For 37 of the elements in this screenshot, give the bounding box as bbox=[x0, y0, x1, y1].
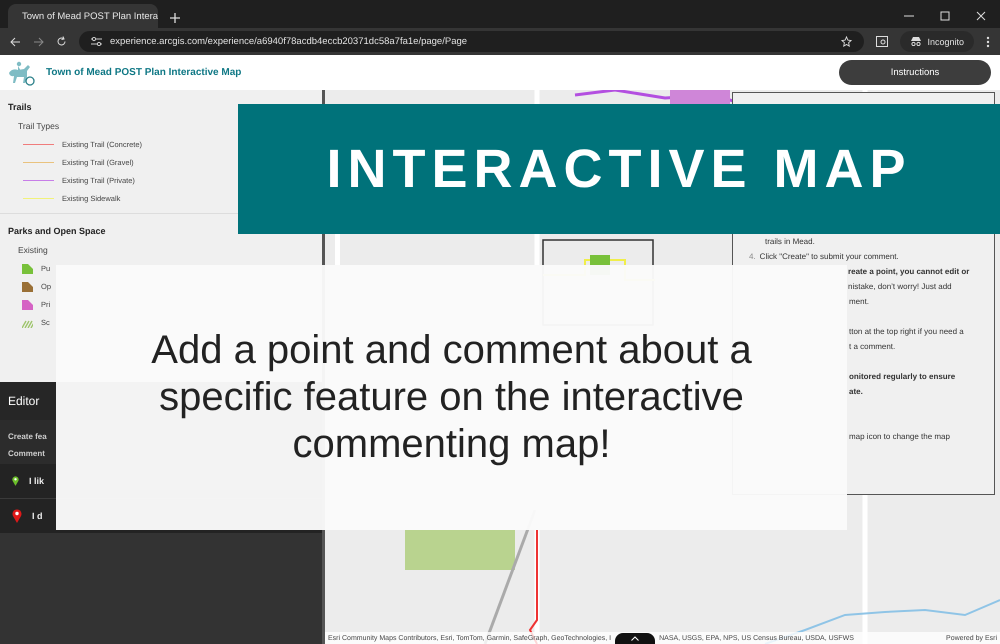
create-features-label: Create fea bbox=[8, 432, 48, 441]
instruction-text: onitored regularly to ensure bbox=[848, 371, 956, 383]
chevron-up-icon bbox=[631, 636, 640, 641]
callout-text: Add a point and comment about a specific feature on the interactive commenting map! bbox=[150, 327, 753, 468]
address-bar[interactable]: experience.arcgis.com/experience/a6940f78acdb4eccb20371dc58a7fa1e/page/Page bbox=[79, 31, 864, 52]
instruction-text: reate a point, you cannot edit or bbox=[847, 266, 970, 278]
new-tab-icon[interactable] bbox=[170, 13, 180, 23]
reload-icon[interactable] bbox=[56, 36, 67, 47]
bookmark-star-icon[interactable] bbox=[841, 36, 852, 47]
expand-button[interactable] bbox=[615, 633, 656, 644]
editor-title: Editor bbox=[8, 394, 40, 408]
banner-title: INTERACTIVE MAP bbox=[326, 138, 912, 200]
tab-search-icon[interactable] bbox=[876, 36, 888, 47]
instruction-text: ate. bbox=[848, 386, 864, 398]
menu-icon[interactable] bbox=[986, 36, 990, 48]
instruction-step: 4. Click "Create" to submit your comment. bbox=[745, 249, 984, 264]
instruction-text: trails in Mead. bbox=[764, 236, 816, 248]
browser-tab[interactable]: Town of Mead POST Plan Intera bbox=[8, 4, 158, 28]
incognito-button[interactable]: Incognito bbox=[900, 31, 974, 52]
legend-group-label: Trail Types bbox=[18, 121, 60, 131]
legend-group-label: Existing bbox=[18, 245, 49, 255]
instruction-text: tton at the top right if you need a bbox=[848, 326, 965, 338]
maximize-icon[interactable] bbox=[940, 11, 950, 21]
instruction-text: map icon to change the map bbox=[848, 431, 951, 443]
app-title: Town of Mead POST Plan Interactive Map bbox=[46, 67, 242, 78]
instruction-text: t a comment. bbox=[848, 341, 896, 353]
instruction-text: ment. bbox=[848, 296, 870, 308]
incognito-icon bbox=[910, 37, 922, 46]
site-settings-icon[interactable] bbox=[91, 37, 102, 46]
instructions-button[interactable]: Instructions bbox=[839, 60, 991, 85]
close-icon[interactable] bbox=[976, 11, 986, 21]
forward-icon[interactable] bbox=[33, 36, 44, 46]
legend-heading: Trails bbox=[8, 102, 33, 112]
comment-label: Comment bbox=[8, 449, 46, 458]
instruction-text: nistake, don’t worry! Just add bbox=[847, 281, 953, 293]
back-icon[interactable] bbox=[10, 36, 21, 46]
legend-heading: Parks and Open Space bbox=[8, 226, 107, 236]
